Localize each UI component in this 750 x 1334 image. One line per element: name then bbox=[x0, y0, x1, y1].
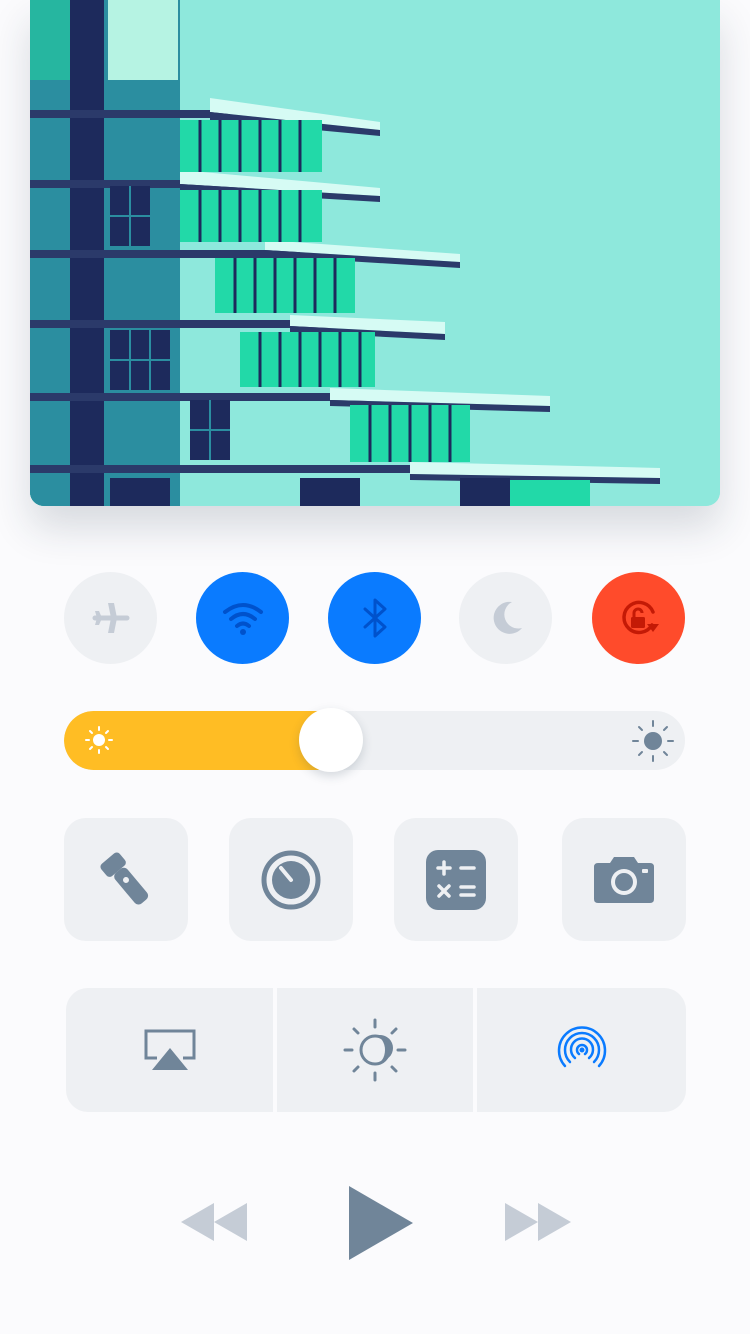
night-shift-button[interactable] bbox=[277, 988, 473, 1112]
flashlight-icon bbox=[100, 851, 149, 905]
airplay-button[interactable] bbox=[66, 988, 273, 1112]
album-artwork bbox=[30, 0, 720, 506]
sun-small-icon bbox=[84, 725, 114, 760]
fast-forward-button[interactable] bbox=[504, 1200, 572, 1244]
flashlight-button[interactable] bbox=[64, 818, 188, 941]
airplay-icon bbox=[144, 1029, 195, 1070]
camera-icon bbox=[594, 856, 654, 903]
timer-button[interactable] bbox=[229, 818, 353, 941]
brightness-slider[interactable] bbox=[64, 711, 685, 770]
wifi-toggle[interactable] bbox=[196, 572, 289, 664]
calculator-icon bbox=[426, 849, 486, 910]
bluetooth-icon bbox=[363, 598, 386, 638]
airplane-icon bbox=[92, 603, 129, 633]
play-icon bbox=[349, 1186, 413, 1260]
display-controls-group bbox=[66, 988, 686, 1112]
airdrop-button[interactable] bbox=[477, 988, 686, 1112]
wifi-icon bbox=[222, 603, 263, 635]
timer-icon bbox=[261, 850, 321, 909]
do-not-disturb-toggle[interactable] bbox=[459, 572, 552, 664]
fast-forward-icon bbox=[505, 1203, 571, 1241]
airdrop-icon bbox=[557, 1026, 606, 1068]
bluetooth-toggle[interactable] bbox=[328, 572, 421, 664]
camera-button[interactable] bbox=[562, 818, 686, 941]
building-illustration bbox=[30, 0, 720, 506]
rotation-lock-icon bbox=[621, 600, 659, 635]
calculator-button[interactable] bbox=[394, 818, 518, 941]
rewind-icon bbox=[181, 1203, 247, 1241]
moon-icon bbox=[493, 601, 522, 634]
sun-large-icon bbox=[631, 719, 675, 768]
play-button[interactable] bbox=[346, 1184, 414, 1262]
rotation-lock-toggle[interactable] bbox=[592, 572, 685, 664]
rewind-button[interactable] bbox=[180, 1200, 248, 1244]
night-shift-icon bbox=[343, 1018, 407, 1082]
brightness-slider-thumb[interactable] bbox=[299, 708, 363, 772]
airplane-mode-toggle[interactable] bbox=[64, 572, 157, 664]
